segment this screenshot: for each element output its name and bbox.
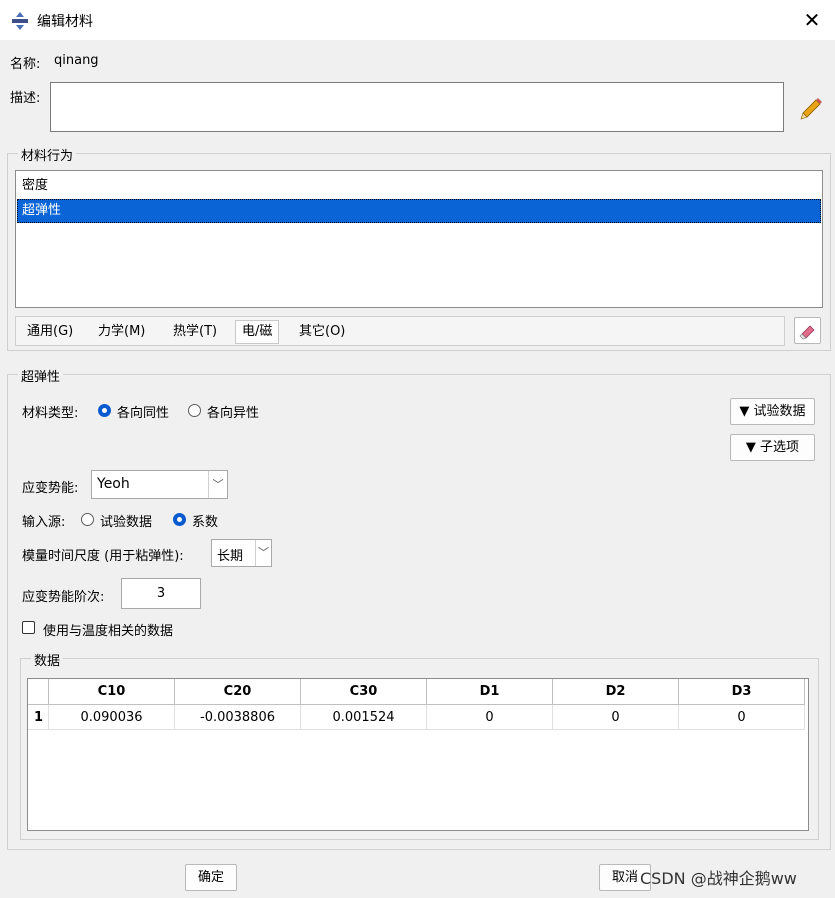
suboptions-button[interactable]: ▼ 子选项	[730, 434, 815, 461]
input-source-label: 输入源:	[22, 515, 66, 530]
table-cell[interactable]: 0	[552, 704, 679, 730]
isotropic-label: 各向同性	[117, 406, 170, 421]
table-cell[interactable]: 0	[678, 704, 805, 730]
watermark-text: CSDN @战神企鹅ww	[640, 869, 797, 888]
behavior-item-density[interactable]: 密度	[17, 174, 821, 198]
moduli-time-scale-value: 长期	[217, 549, 244, 564]
description-label: 描述:	[10, 91, 41, 106]
pencil-icon[interactable]	[798, 94, 824, 120]
column-header: D1	[426, 679, 553, 705]
behavior-item-hyperelastic[interactable]: 超弹性	[17, 199, 821, 223]
description-input[interactable]	[50, 82, 784, 132]
anisotropic-label: 各向异性	[207, 406, 260, 421]
column-header: D2	[552, 679, 679, 705]
table-cell[interactable]: 0	[426, 704, 553, 730]
hyperelastic-title: 超弹性	[18, 366, 64, 385]
column-header: D3	[678, 679, 805, 705]
name-value: qinang	[54, 53, 99, 68]
radio-coefficients[interactable]	[173, 513, 186, 526]
coefficients-label: 系数	[192, 515, 219, 530]
radio-isotropic[interactable]	[98, 404, 111, 417]
eraser-icon	[799, 325, 815, 340]
menu-mechanical[interactable]: 力学(M)	[92, 321, 151, 343]
strain-energy-order-label: 应变势能阶次:	[22, 590, 105, 605]
table-cell[interactable]: -0.0038806	[174, 704, 301, 730]
title-bar	[0, 0, 835, 40]
column-header: C30	[300, 679, 427, 705]
menu-thermal[interactable]: 热学(T)	[167, 321, 223, 343]
name-label: 名称:	[10, 57, 41, 72]
radio-anisotropic[interactable]	[188, 404, 201, 417]
menu-general[interactable]: 通用(G)	[21, 321, 79, 343]
table-cell[interactable]: 0.090036	[48, 704, 175, 730]
ok-button[interactable]: 确定	[185, 864, 237, 891]
temperature-dependent-checkbox[interactable]	[22, 621, 35, 634]
behaviors-list: 密度 超弹性	[15, 170, 823, 308]
table-row: 1 0.090036 -0.0038806 0.001524 0 0 0	[28, 704, 805, 730]
strain-energy-label: 应变势能:	[22, 481, 79, 496]
strain-energy-select[interactable]: Yeoh ﹀	[91, 470, 228, 499]
material-behaviors-title: 材料行为	[18, 145, 77, 164]
delete-behavior-button[interactable]	[794, 317, 821, 344]
table-corner	[28, 679, 49, 705]
strain-energy-value: Yeoh	[97, 476, 130, 492]
chevron-down-icon: ﹀	[255, 540, 271, 566]
moduli-time-scale-label: 模量时间尺度 (用于粘弹性):	[22, 549, 184, 564]
window-title: 编辑材料	[37, 14, 93, 30]
column-header: C10	[48, 679, 175, 705]
radio-test-data[interactable]	[81, 513, 94, 526]
test-data-button[interactable]: ▼ 试验数据	[730, 398, 815, 425]
data-table: C10 C20 C30 D1 D2 D3 1 0.090036 -0.00388…	[27, 678, 809, 831]
menu-other[interactable]: 其它(O)	[293, 321, 351, 343]
column-header: C20	[174, 679, 301, 705]
behavior-menu-bar: 通用(G) 力学(M) 热学(T) 电/磁 其它(O)	[15, 316, 785, 346]
test-data-label: 试验数据	[100, 515, 153, 530]
app-icon	[12, 12, 28, 30]
chevron-down-icon: ﹀	[208, 471, 227, 498]
row-index: 1	[28, 704, 49, 730]
strain-energy-order-input[interactable]: 3	[121, 578, 201, 609]
temperature-dependent-label: 使用与温度相关的数据	[43, 624, 174, 639]
close-icon[interactable]: ✕	[796, 6, 828, 34]
table-cell[interactable]: 0.001524	[300, 704, 427, 730]
material-type-label: 材料类型:	[22, 406, 79, 421]
data-group-title: 数据	[31, 650, 64, 669]
menu-electrical-magnetic[interactable]: 电/磁	[235, 320, 280, 344]
moduli-time-scale-select[interactable]: 长期 ﹀	[211, 539, 272, 567]
